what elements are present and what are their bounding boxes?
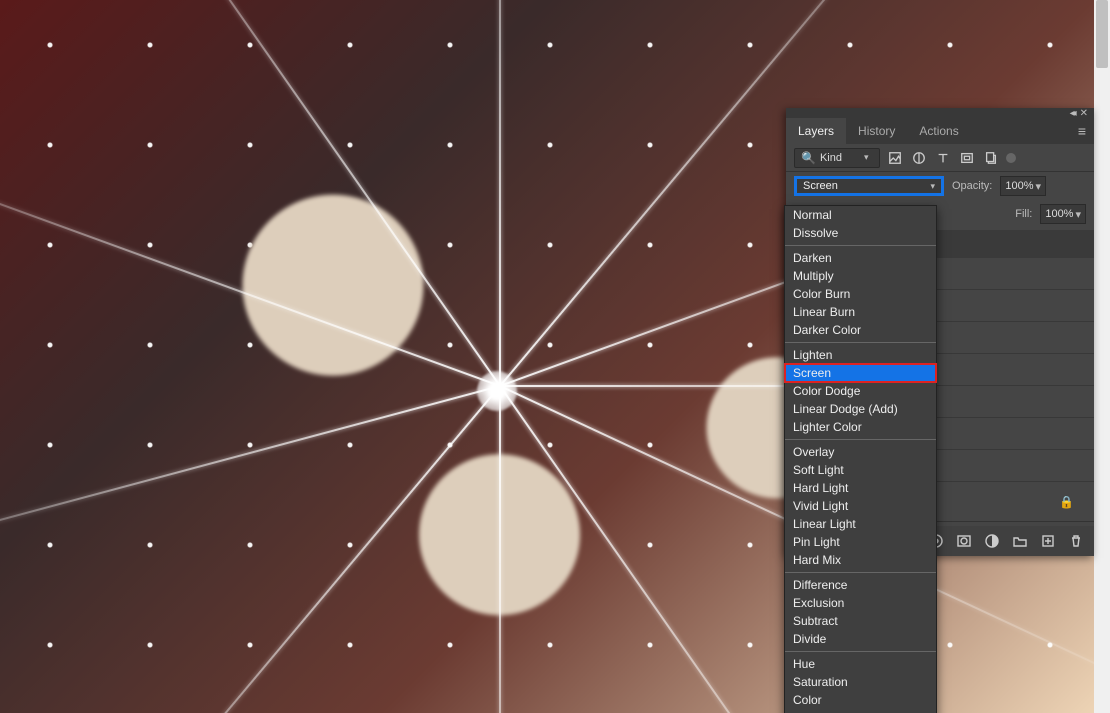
blend-mode-option[interactable]: Exclusion <box>785 594 936 612</box>
blend-mode-option[interactable]: Linear Burn <box>785 303 936 321</box>
blend-mode-dropdown[interactable]: NormalDissolveDarkenMultiplyColor BurnLi… <box>784 205 937 713</box>
blend-mode-option[interactable]: Multiply <box>785 267 936 285</box>
adjustment-layer-icon[interactable] <box>984 533 1000 549</box>
delete-layer-icon[interactable] <box>1068 533 1084 549</box>
layer-filter-kind-select[interactable]: 🔍 ▾ <box>794 148 880 168</box>
tab-actions[interactable]: Actions <box>907 118 970 144</box>
blend-mode-option[interactable]: Screen <box>785 364 936 382</box>
filter-pixel-icon[interactable] <box>886 149 904 167</box>
blend-mode-option[interactable]: Luminosity <box>785 709 936 713</box>
blend-mode-option[interactable]: Saturation <box>785 673 936 691</box>
blend-mode-option[interactable]: Lighter Color <box>785 418 936 436</box>
tab-history[interactable]: History <box>846 118 907 144</box>
blend-mode-option[interactable]: Hard Light <box>785 479 936 497</box>
fill-label: Fill: <box>1015 208 1032 220</box>
collapse-panel-icon[interactable]: ◂◂ <box>1070 108 1074 119</box>
tab-layers[interactable]: Layers <box>786 118 846 144</box>
filter-smartobject-icon[interactable] <box>982 149 1000 167</box>
blend-mode-option[interactable]: Color Burn <box>785 285 936 303</box>
search-icon: 🔍 <box>801 151 816 165</box>
blend-mode-option[interactable]: Hue <box>785 655 936 673</box>
opacity-input[interactable]: 100% ▾ <box>1000 176 1046 196</box>
new-layer-icon[interactable] <box>1040 533 1056 549</box>
blend-mode-option[interactable]: Normal <box>785 206 936 224</box>
blend-mode-option[interactable]: Lighten <box>785 346 936 364</box>
blend-mode-option[interactable]: Hard Mix <box>785 551 936 569</box>
blend-mode-option[interactable]: Overlay <box>785 443 936 461</box>
layer-filter-kind-input[interactable] <box>820 152 860 164</box>
blend-mode-option[interactable]: Darker Color <box>785 321 936 339</box>
vertical-scrollbar[interactable] <box>1094 0 1110 713</box>
chevron-down-icon: ▾ <box>930 181 935 192</box>
fill-value: 100% <box>1045 208 1073 220</box>
blend-mode-option[interactable]: Linear Dodge (Add) <box>785 400 936 418</box>
filter-shape-icon[interactable] <box>958 149 976 167</box>
chevron-down-icon: ▾ <box>1036 180 1042 193</box>
blend-mode-option[interactable]: Subtract <box>785 612 936 630</box>
close-panel-icon[interactable]: ✕ <box>1080 108 1088 119</box>
blend-mode-option[interactable]: Darken <box>785 249 936 267</box>
blend-mode-option[interactable]: Pin Light <box>785 533 936 551</box>
opacity-label: Opacity: <box>952 180 992 192</box>
layer-mask-icon[interactable] <box>956 533 972 549</box>
blend-mode-option[interactable]: Color <box>785 691 936 709</box>
chevron-down-icon: ▾ <box>864 152 869 163</box>
lock-icon: 🔒 <box>1059 495 1074 509</box>
blend-mode-option[interactable]: Color Dodge <box>785 382 936 400</box>
filter-adjustment-icon[interactable] <box>910 149 928 167</box>
panel-tabs: Layers History Actions ≡ <box>786 118 1094 144</box>
fill-input[interactable]: 100% ▾ <box>1040 204 1086 224</box>
blend-mode-option[interactable]: Vivid Light <box>785 497 936 515</box>
group-icon[interactable] <box>1012 533 1028 549</box>
blend-mode-option[interactable]: Soft Light <box>785 461 936 479</box>
chevron-down-icon: ▾ <box>1075 208 1081 221</box>
blend-mode-option[interactable]: Difference <box>785 576 936 594</box>
blend-mode-option[interactable]: Linear Light <box>785 515 936 533</box>
blend-mode-option[interactable]: Divide <box>785 630 936 648</box>
blend-mode-select[interactable]: Screen ▾ <box>794 176 944 196</box>
filter-type-icon[interactable] <box>934 149 952 167</box>
filter-toggle-icon[interactable] <box>1006 153 1016 163</box>
blend-mode-option[interactable]: Dissolve <box>785 224 936 242</box>
blend-mode-value: Screen <box>803 180 838 192</box>
opacity-value: 100% <box>1005 180 1033 192</box>
panel-menu-icon[interactable]: ≡ <box>1070 123 1094 139</box>
